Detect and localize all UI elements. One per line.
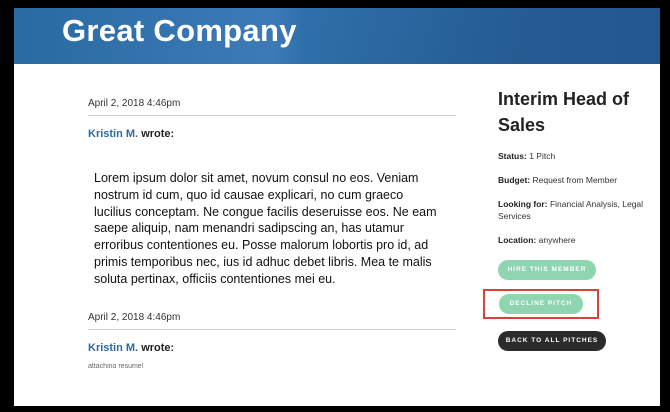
post-body: Lorem ipsum dolor sit amet, novum consul… xyxy=(94,171,437,286)
header-shade xyxy=(314,8,660,64)
post-author-line: Kristin M. wrote: xyxy=(88,128,464,140)
post-author-line: Kristin M. wrote: xyxy=(88,342,464,354)
divider xyxy=(88,115,456,116)
hire-member-button[interactable]: HIRE THIS MEMBER xyxy=(498,260,596,280)
highlight-box: DECLINE PITCH xyxy=(483,289,599,319)
pitch-title: Interim Head of Sales xyxy=(498,89,630,135)
post-body: attaching resume! xyxy=(88,362,144,368)
post-date: April 2, 2018 4:46pm xyxy=(88,311,181,323)
pitch-sidebar: Interim Head of Sales Status: 1 Pitch Bu… xyxy=(498,86,648,280)
budget-value: Request from Member xyxy=(532,175,618,185)
app-window: Great Company April 2, 2018 4:46pm Krist… xyxy=(14,8,660,406)
back-to-pitches-button[interactable]: BACK TO ALL PITCHES xyxy=(498,331,606,351)
looking-for-row: Looking for: Financial Analysis, Legal S… xyxy=(498,198,648,222)
location-value: anywhere xyxy=(538,235,576,245)
author-link[interactable]: Kristin M. xyxy=(88,342,138,354)
location-row: Location: anywhere xyxy=(498,234,648,246)
post: April 2, 2018 4:46pm Kristin M. wrote: L… xyxy=(88,98,464,288)
wrote-label: wrote: xyxy=(141,128,175,140)
location-label: Location: xyxy=(498,235,537,245)
brand-logo[interactable]: Great Company xyxy=(62,13,297,49)
author-link[interactable]: Kristin M. xyxy=(88,128,138,140)
status-row: Status: 1 Pitch xyxy=(498,150,648,162)
budget-label: Budget: xyxy=(498,175,531,185)
status-value: 1 Pitch xyxy=(529,151,556,161)
post: April 2, 2018 4:46pm Kristin M. wrote: a… xyxy=(88,312,464,368)
decline-pitch-button[interactable]: DECLINE PITCH xyxy=(499,294,583,314)
divider xyxy=(88,328,456,330)
header-bar: Great Company xyxy=(14,8,660,64)
post-date: April 2, 2018 4:46pm xyxy=(88,98,181,109)
status-label: Status: xyxy=(498,151,527,161)
pitch-thread: April 2, 2018 4:46pm Kristin M. wrote: L… xyxy=(88,98,464,368)
wrote-label: wrote: xyxy=(141,341,175,354)
budget-row: Budget: Request from Member xyxy=(498,174,648,186)
looking-for-label: Looking for: xyxy=(498,199,548,209)
